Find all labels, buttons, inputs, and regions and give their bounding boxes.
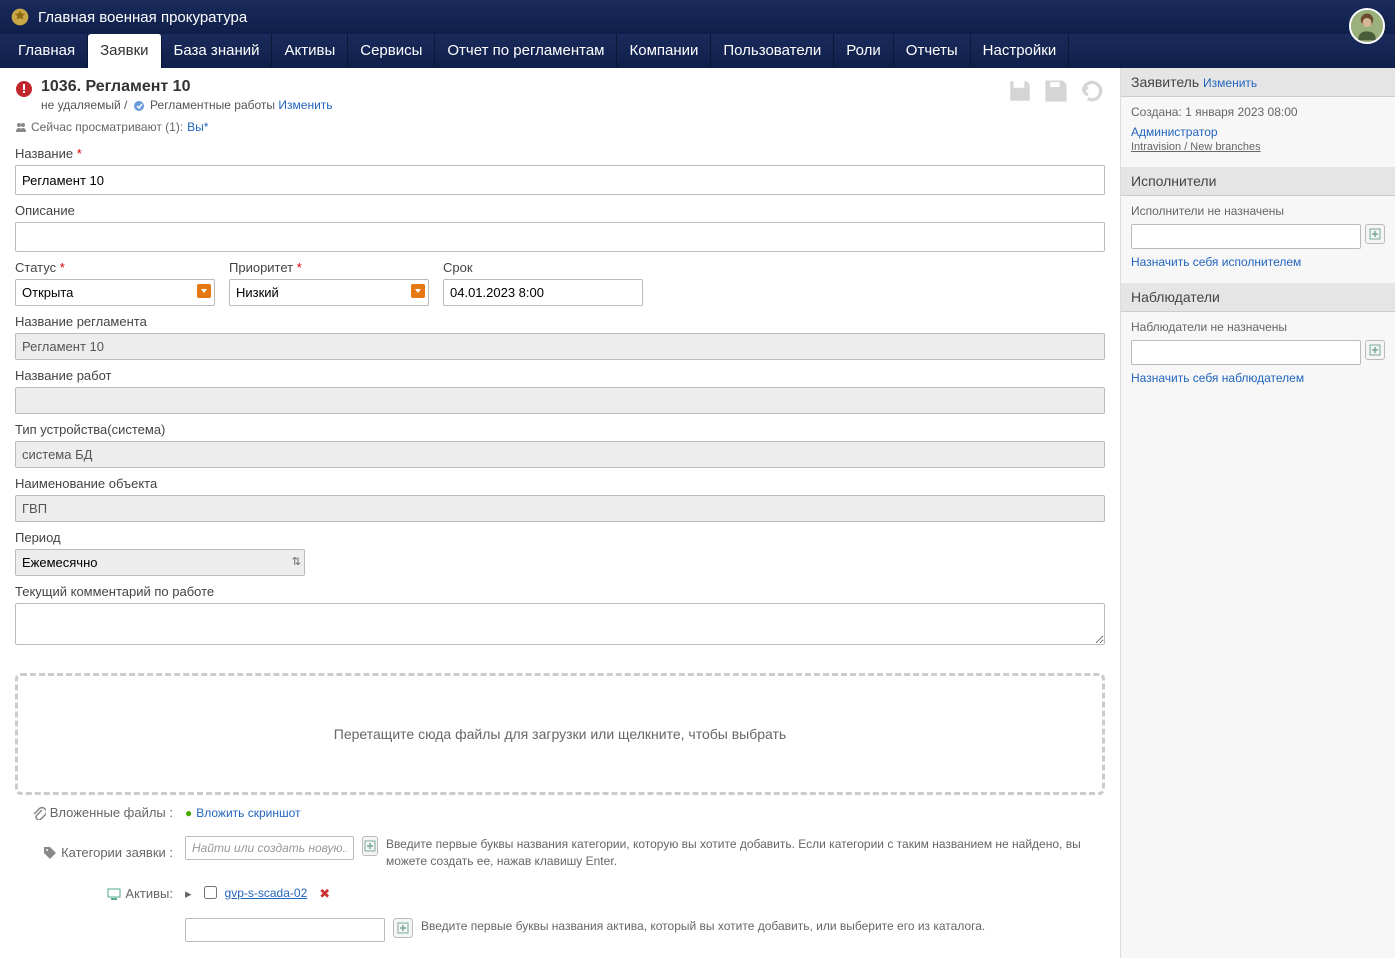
asset-checkbox[interactable] (204, 886, 217, 899)
period-select[interactable] (15, 549, 305, 576)
remove-asset-button[interactable]: ✖ (319, 886, 330, 902)
tree-toggle-icon[interactable]: ▸ (185, 886, 192, 902)
nav-roles[interactable]: Роли (834, 34, 894, 68)
watchers-input[interactable] (1131, 340, 1361, 365)
name-input[interactable] (15, 165, 1105, 195)
viewers-icon (15, 121, 27, 133)
add-executor-button[interactable] (1365, 224, 1385, 244)
assign-self-watcher-link[interactable]: Назначить себя наблюдателем (1131, 371, 1304, 385)
nav-kb[interactable]: База знаний (162, 34, 273, 68)
device-type-input (15, 441, 1105, 468)
categories-input[interactable] (185, 836, 354, 860)
assets-icon (107, 887, 121, 901)
object-name-input (15, 495, 1105, 522)
reg-name-label: Название регламента (15, 314, 1105, 329)
assets-label: Активы: (125, 886, 173, 901)
save-icon[interactable] (1007, 78, 1033, 104)
executors-input[interactable] (1131, 224, 1361, 249)
main-nav: Главная Заявки База знаний Активы Сервис… (0, 34, 1395, 68)
paperclip-icon (32, 806, 46, 820)
requester-change-link[interactable]: Изменить (1203, 76, 1257, 90)
executors-section-title: Исполнители (1121, 167, 1395, 196)
reg-name-input (15, 333, 1105, 360)
deadline-input[interactable] (443, 279, 643, 306)
add-watcher-button[interactable] (1365, 340, 1385, 360)
nav-assets[interactable]: Активы (272, 34, 348, 68)
app-title: Главная военная прокуратура (38, 9, 247, 26)
requester-org-link[interactable]: Intravision / New branches (1131, 141, 1261, 153)
nav-companies[interactable]: Компании (617, 34, 711, 68)
asset-item-link[interactable]: gvp-s-scada-02 (225, 886, 308, 900)
device-type-label: Тип устройства(система) (15, 422, 1105, 437)
ticket-meta: не удаляемый / Регламентные работы Измен… (41, 98, 333, 112)
add-category-button[interactable] (362, 836, 378, 856)
watchers-empty: Наблюдатели не назначены (1131, 320, 1385, 334)
priority-icon (15, 80, 33, 98)
period-label: Период (15, 530, 1105, 545)
viewers-label: Сейчас просматривают (1): (31, 120, 183, 134)
requester-user-link[interactable]: Администратор (1131, 125, 1218, 139)
nav-users[interactable]: Пользователи (711, 34, 834, 68)
user-avatar[interactable] (1349, 8, 1385, 44)
nav-reports-reg[interactable]: Отчет по регламентам (435, 34, 617, 68)
categories-label: Категории заявки : (61, 845, 173, 860)
assets-hint: Введите первые буквы названия актива, ко… (421, 918, 985, 935)
comment-textarea[interactable] (15, 603, 1105, 645)
change-type-link[interactable]: Изменить (278, 98, 332, 112)
nav-services[interactable]: Сервисы (348, 34, 435, 68)
add-asset-button[interactable] (393, 918, 413, 938)
work-type-icon (133, 100, 145, 112)
categories-hint: Введите первые буквы названия категории,… (386, 836, 1105, 870)
executors-empty: Исполнители не назначены (1131, 204, 1385, 218)
attachments-label: Вложенные файлы : (50, 805, 173, 820)
chevron-down-icon[interactable] (197, 284, 211, 298)
requester-section-title: Заявитель Изменить (1121, 68, 1395, 97)
undo-icon[interactable] (1079, 78, 1105, 104)
status-label: Статус * (15, 260, 215, 275)
priority-select[interactable] (229, 279, 429, 306)
non-deletable-label: не удаляемый (41, 98, 121, 112)
nav-reports[interactable]: Отчеты (894, 34, 971, 68)
nav-main[interactable]: Главная (6, 34, 88, 68)
work-name-label: Название работ (15, 368, 1105, 383)
app-header: Главная военная прокуратура (0, 0, 1395, 34)
plus-icon: ● (185, 806, 192, 820)
deadline-label: Срок (443, 260, 643, 275)
comment-label: Текущий комментарий по работе (15, 584, 1105, 599)
watchers-section-title: Наблюдатели (1121, 283, 1395, 312)
emblem-icon (10, 7, 30, 27)
name-label: Название * (15, 146, 1105, 161)
chevron-down-icon[interactable] (411, 284, 425, 298)
status-select[interactable] (15, 279, 215, 306)
work-name-input (15, 387, 1105, 414)
desc-label: Описание (15, 203, 1105, 218)
viewers-you-link[interactable]: Вы* (187, 120, 208, 134)
assign-self-executor-link[interactable]: Назначить себя исполнителем (1131, 255, 1301, 269)
nav-settings[interactable]: Настройки (971, 34, 1070, 68)
work-type: Регламентные работы (150, 98, 275, 112)
ticket-title: 1036. Регламент 10 (41, 78, 333, 96)
nav-tickets[interactable]: Заявки (88, 34, 161, 68)
main-content: 1036. Регламент 10 не удаляемый / Реглам… (0, 68, 1120, 958)
tag-icon (43, 846, 57, 860)
sidebar: Заявитель Изменить Создана: 1 января 202… (1120, 68, 1395, 958)
desc-input[interactable] (15, 222, 1105, 252)
created-date: Создана: 1 января 2023 08:00 (1131, 105, 1385, 119)
select-arrow-icon: ⇅ (292, 555, 301, 568)
object-name-label: Наименование объекта (15, 476, 1105, 491)
assets-input[interactable] (185, 918, 385, 942)
attach-screenshot-link[interactable]: ●Вложить скриншот (185, 806, 301, 820)
file-dropzone[interactable]: Перетащите сюда файлы для загрузки или щ… (15, 673, 1105, 795)
priority-label: Приоритет * (229, 260, 429, 275)
save-as-icon[interactable] (1043, 78, 1069, 104)
